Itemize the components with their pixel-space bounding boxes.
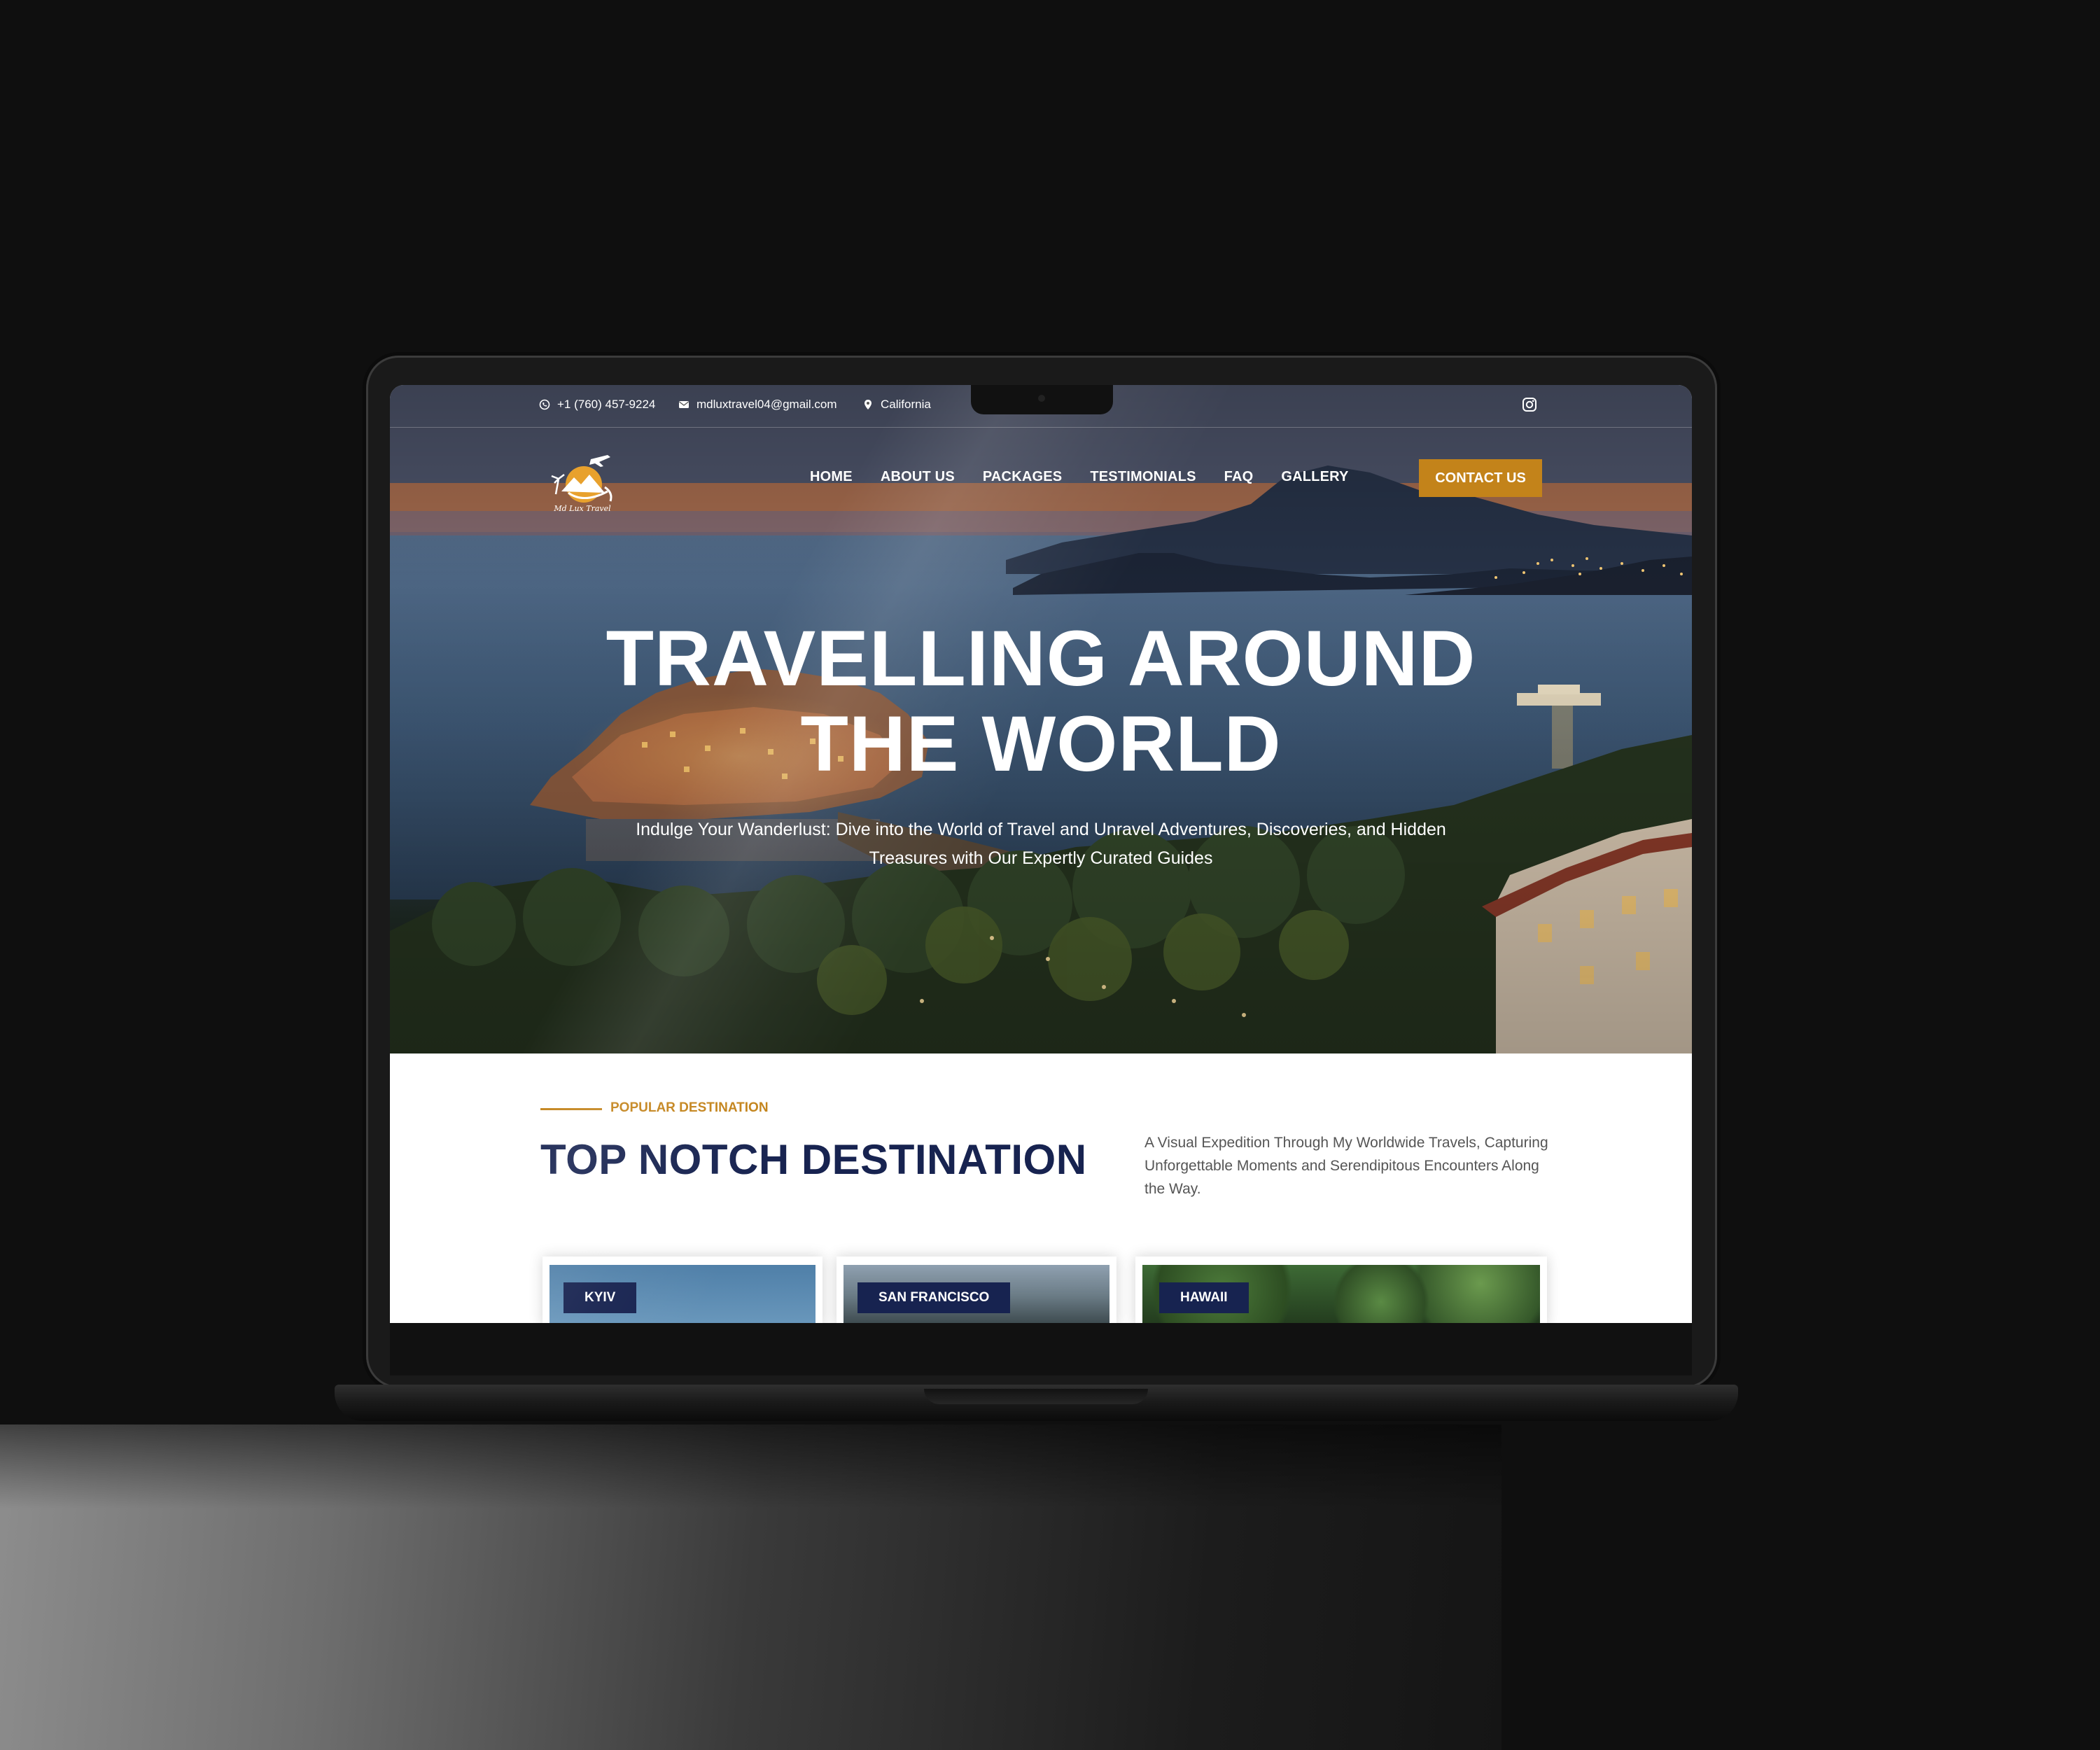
- nav-about-us[interactable]: ABOUT US: [881, 469, 955, 485]
- section-title: TOP NOTCH DESTINATION: [540, 1136, 1087, 1183]
- hero-subtitle-line-2: Treasures with Our Expertly Curated Guid…: [869, 848, 1213, 868]
- section-eyebrow: POPULAR DESTINATION: [610, 1100, 769, 1115]
- eyebrow-divider: [540, 1108, 602, 1110]
- nav-testimonials[interactable]: TESTIMONIALS: [1090, 469, 1196, 485]
- destination-card-kyiv[interactable]: KYIV: [542, 1256, 822, 1323]
- destination-tag-kyiv: KYIV: [564, 1282, 637, 1313]
- hero-section: +1 (760) 457-9224 mdluxtravel04@gmail.co…: [390, 385, 1692, 1054]
- destination-tag-san-francisco: SAN FRANCISCO: [858, 1282, 1011, 1313]
- main-nav: HOME ABOUT US PACKAGES TESTIMONIALS FAQ …: [810, 469, 1377, 485]
- email-contact[interactable]: mdluxtravel04@gmail.com: [678, 398, 837, 412]
- site-logo[interactable]: Md Lux Travel: [540, 449, 624, 516]
- laptop-bezel-chin: [390, 1323, 1692, 1376]
- email-address: mdluxtravel04@gmail.com: [696, 398, 837, 411]
- phone-number: +1 (760) 457-9224: [557, 398, 656, 411]
- map-pin-icon: [864, 400, 872, 410]
- hero-subtitle: Indulge Your Wanderlust: Dive into the W…: [635, 816, 1447, 873]
- destination-tag-hawaii: HAWAII: [1159, 1282, 1249, 1313]
- instagram-icon[interactable]: [1521, 396, 1538, 413]
- nav-home[interactable]: HOME: [810, 469, 853, 485]
- nav-gallery[interactable]: GALLERY: [1281, 469, 1348, 485]
- location-contact: California: [862, 398, 931, 412]
- ledge-shadow: [0, 1424, 1502, 1508]
- laptop-screen: +1 (760) 457-9224 mdluxtravel04@gmail.co…: [390, 385, 1692, 1323]
- hero-title-line-2: THE WORLD: [800, 700, 1282, 788]
- whatsapp-icon: [539, 399, 550, 410]
- laptop-opening-notch: [924, 1389, 1148, 1404]
- nav-packages[interactable]: PACKAGES: [983, 469, 1062, 485]
- envelope-icon: [679, 401, 689, 408]
- destination-card-hawaii[interactable]: HAWAII: [1135, 1256, 1547, 1323]
- location-text: California: [881, 398, 931, 411]
- camera-notch: [971, 385, 1113, 414]
- contact-us-button[interactable]: CONTACT US: [1419, 459, 1542, 497]
- section-description: A Visual Expedition Through My Worldwide…: [1144, 1135, 1548, 1197]
- hero-subtitle-line-1: Indulge Your Wanderlust: Dive into the W…: [636, 820, 1446, 839]
- logo-text: Md Lux Travel: [553, 504, 611, 513]
- hero-title-line-1: TRAVELLING AROUND: [606, 615, 1476, 702]
- destination-card-san-francisco[interactable]: SAN FRANCISCO: [836, 1256, 1116, 1323]
- nav-faq[interactable]: FAQ: [1224, 469, 1254, 485]
- phone-contact[interactable]: +1 (760) 457-9224: [539, 398, 655, 412]
- hero-title: TRAVELLING AROUND THE WORLD: [390, 616, 1692, 787]
